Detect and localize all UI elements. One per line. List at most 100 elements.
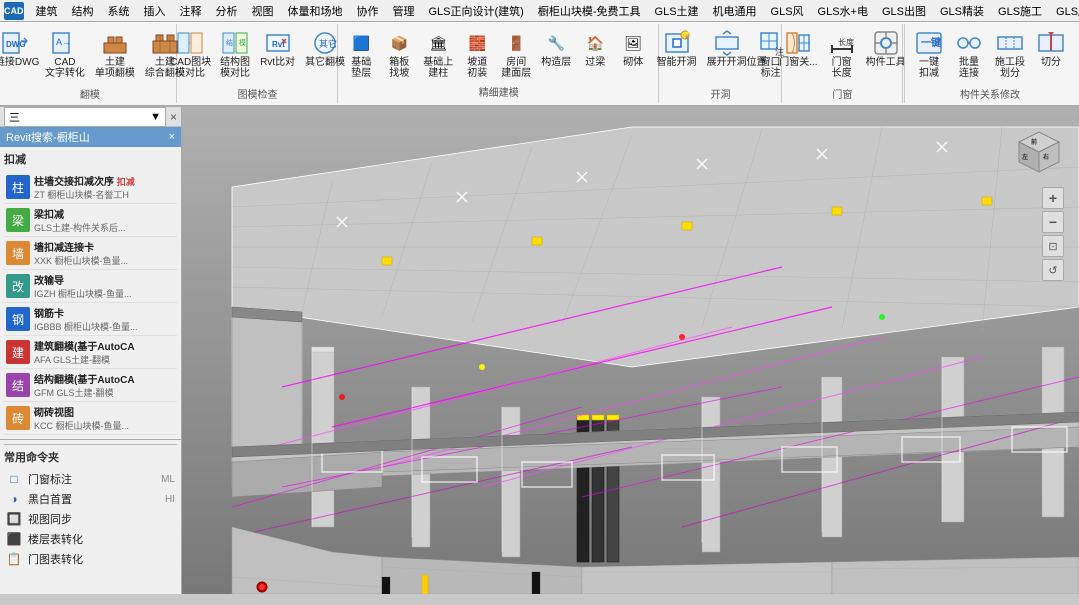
ramp-label: 坡道初装 — [467, 57, 487, 79]
btn-struct-compare[interactable]: 结 模 结构图模对比 — [216, 26, 254, 82]
plugin-name-3: 改输导 — [34, 272, 175, 287]
ribbon-group-detail: 🟦 基础垫层 📦 箱板找坡 🏛 基础上建柱 🧱 坡道初装 🚪 房间 — [339, 24, 659, 103]
plugin-item-6[interactable]: 结 结构翻模(基于AutoCA GFM GLS土建-翻模 — [4, 369, 177, 402]
btn-smart-open[interactable]: 💡 智能开洞 — [653, 26, 701, 71]
btn-foundation-col[interactable]: 🏛 基础上建柱 — [419, 26, 457, 82]
construct-layer-icon: 🔧 — [542, 29, 570, 57]
btn-component-tool[interactable]: 构件工具 — [862, 26, 910, 71]
btn-lintel[interactable]: 🏠 过梁 — [577, 26, 613, 71]
menu-gls-arch[interactable]: GLS正向设计(建筑) — [423, 1, 530, 21]
menu-gls-decor[interactable]: GLS精装 — [934, 1, 990, 21]
fit-view-btn[interactable]: ⊡ — [1042, 235, 1064, 257]
menu-gls-ver[interactable]: GLS版 — [1050, 1, 1079, 21]
menu-massing[interactable]: 体量和场地 — [282, 1, 349, 21]
btn-civil-single[interactable]: 土建单项翻模 — [91, 26, 139, 82]
btn-masonry[interactable]: 🖼 砌体 — [615, 26, 651, 71]
bw-priority-icon: ◑ — [6, 491, 22, 507]
btn-door-window-rel[interactable]: 门窗关... — [775, 26, 821, 71]
foundation-pad-label: 基础垫层 — [351, 57, 371, 79]
menu-annotate[interactable]: 注释 — [174, 1, 208, 21]
btn-rvt-compare[interactable]: Rvt Rvt比对 — [256, 26, 299, 71]
view-sync-icon: 🔲 — [6, 511, 22, 527]
menu-manage[interactable]: 管理 — [387, 1, 421, 21]
app-icon: CAD — [4, 2, 24, 20]
menu-view[interactable]: 视图 — [246, 1, 280, 21]
split-label: 切分 — [1041, 57, 1061, 68]
svg-text:一键: 一键 — [921, 36, 942, 49]
door-window-group-label: 门窗 — [832, 86, 852, 101]
door-len-icon: 长度 — [828, 29, 856, 57]
cmd-door-annotate-shortcut: ML — [161, 474, 175, 485]
btn-batch-connect[interactable]: 批量连接 — [951, 26, 987, 82]
zoom-in-btn[interactable]: + — [1042, 187, 1064, 209]
room-floor-label: 房间建面层 — [501, 57, 531, 79]
menu-gls-civil[interactable]: GLS土建 — [649, 1, 705, 21]
menu-mep[interactable]: 机电通用 — [707, 1, 763, 21]
fanmo-group-label: 翻模 — [80, 86, 100, 101]
menu-gls-construct[interactable]: GLS施工 — [992, 1, 1048, 21]
plugin-item-3[interactable]: 改 改输导 IGZH 橱柜山块模-鱼量... — [4, 270, 177, 303]
zoom-out-btn[interactable]: − — [1042, 211, 1064, 233]
btn-door-len[interactable]: 长度 门窗长度 — [824, 26, 860, 82]
btn-one-click-deduct[interactable]: 一键 一键扣减 — [911, 26, 947, 82]
viewport[interactable]: 前 左 右 + − ⊡ ↺ — [182, 107, 1079, 594]
panel-dropdown-text: 三 — [9, 109, 20, 125]
menu-bar: CAD 建筑 结构 系统 插入 注释 分析 视图 体量和场地 协作 管理 GLS… — [0, 0, 1079, 22]
cmd-bw-priority-label: 黑白首置 — [28, 491, 72, 507]
btn-box-slope[interactable]: 📦 箱板找坡 — [381, 26, 417, 82]
plugin-icon-7: 砖 — [6, 406, 30, 430]
ribbon-group-door-window: 门窗关... 长度 门窗长度 — [783, 24, 903, 103]
one-click-deduct-icon: 一键 — [915, 29, 943, 57]
plugin-item-0[interactable]: 柱 柱墙交接扣减次序 扣减 ZT 橱柜山块模-名誉工H — [4, 171, 177, 204]
btn-link-dwg[interactable]: DWG 链接DWG — [0, 26, 39, 71]
revit-panel-close[interactable]: × — [169, 131, 175, 143]
plugin-sub-3: IGZH 橱柜山块模-鱼量... — [34, 287, 175, 300]
cmd-view-sync[interactable]: 🔲 视图同步 — [4, 509, 177, 529]
btn-construct-layer[interactable]: 🔧 构造层 — [537, 26, 575, 71]
plugin-item-4[interactable]: 钢 钢筋卡 IGBBB 橱柜山块模-鱼量... — [4, 303, 177, 336]
btn-cad-block[interactable]: CAD图块模对比 — [166, 26, 214, 82]
ribbon-group-fanmo-items: DWG 链接DWG A→ CAD文字转化 — [0, 26, 189, 84]
plugin-name-1: 梁扣减 — [34, 206, 175, 221]
btn-ramp[interactable]: 🧱 坡道初装 — [459, 26, 495, 82]
menu-cabinet[interactable]: 橱柜山块模-免费工具 — [532, 1, 647, 21]
plugin-item-1[interactable]: 梁 梁扣减 GLS土建-构件关系后... — [4, 204, 177, 237]
cad-text-icon: A→ — [51, 29, 79, 57]
nav-cube[interactable]: 前 左 右 — [1009, 117, 1069, 177]
menu-structure[interactable]: 结构 — [66, 1, 100, 21]
cmd-bw-priority[interactable]: ◑ 黑白首置 HI — [4, 489, 177, 509]
btn-expand-open[interactable]: 展开开洞位置 — [703, 26, 751, 71]
btn-foundation-pad[interactable]: 🟦 基础垫层 — [343, 26, 379, 82]
menu-insert[interactable]: 插入 — [138, 1, 172, 21]
menu-architecture[interactable]: 建筑 — [30, 1, 64, 21]
cmd-door-table-convert[interactable]: 📋 门图表转化 — [4, 549, 177, 569]
menu-gls-draw[interactable]: GLS出图 — [876, 1, 932, 21]
btn-work-segment[interactable]: 施工段划分 — [991, 26, 1029, 82]
panel-dropdown[interactable]: 三 ▼ — [4, 107, 166, 127]
rotate-view-btn[interactable]: ↺ — [1042, 259, 1064, 281]
plugin-item-7[interactable]: 砖 砌砖视图 KCC 橱柜山块模-鱼量... — [4, 402, 177, 435]
plugin-item-2[interactable]: 墙 墙扣减连接卡 XXK 橱柜山块模-鱼量... — [4, 237, 177, 270]
menu-collaborate[interactable]: 协作 — [351, 1, 385, 21]
batch-connect-label: 批量连接 — [959, 57, 979, 79]
cmd-floor-convert[interactable]: ⬛ 楼层表转化 — [4, 529, 177, 549]
expand-open-icon — [713, 29, 741, 57]
btn-room-floor[interactable]: 🚪 房间建面层 — [497, 26, 535, 82]
ramp-icon: 🧱 — [463, 29, 491, 57]
cmd-door-annotate[interactable]: □ 门窗标注 ML — [4, 469, 177, 489]
main-area: 三 ▼ × Revit搜索-橱柜山 × 扣减 柱 柱墙交接扣减次序 扣减 ZT … — [0, 107, 1079, 594]
lintel-icon: 🏠 — [581, 29, 609, 57]
panel-close-icon[interactable]: × — [170, 110, 177, 124]
svg-text:结: 结 — [226, 38, 233, 47]
btn-cad-text[interactable]: A→ CAD文字转化 — [41, 26, 89, 82]
btn-split[interactable]: 切分 — [1033, 26, 1069, 71]
plugin-sub-0: ZT 橱柜山块模-名誉工H — [34, 188, 175, 201]
menu-gls-hvac[interactable]: GLS风 — [765, 1, 810, 21]
menu-system[interactable]: 系统 — [102, 1, 136, 21]
menu-analyze[interactable]: 分析 — [210, 1, 244, 21]
svg-text:前: 前 — [1031, 138, 1037, 146]
menu-gls-water[interactable]: GLS水+电 — [812, 1, 874, 21]
batch-connect-icon — [955, 29, 983, 57]
plugin-item-5[interactable]: 建 建筑翻模(基于AutoCA AFA GLS土建-翻模 — [4, 336, 177, 369]
cmd-view-sync-label: 视图同步 — [28, 511, 72, 527]
